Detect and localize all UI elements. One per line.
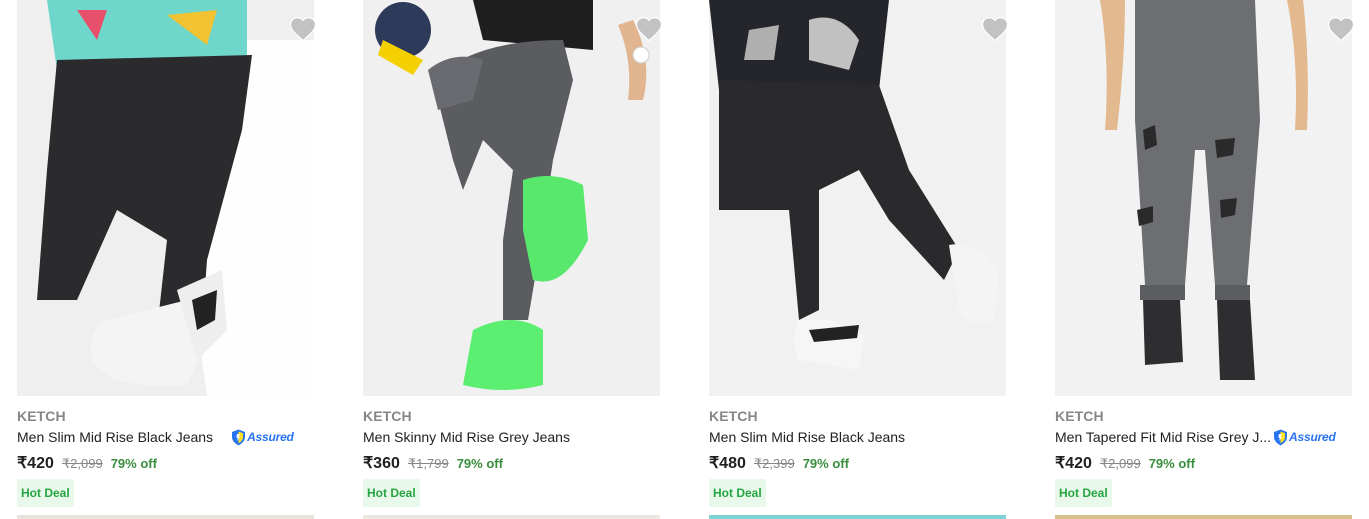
original-price: ₹1,799 — [407, 456, 449, 471]
product-grid: KETCH Men Slim Mid Rise Black Jeans Assu… — [0, 0, 1369, 519]
selling-price: ₹420 — [17, 455, 54, 472]
product-card[interactable]: KETCH Men Slim Mid Rise Black Jeans ₹480… — [709, 0, 1009, 519]
product-title-row: Men Slim Mid Rise Black Jeans — [709, 428, 1006, 446]
selling-price: ₹360 — [363, 455, 400, 472]
selling-price: ₹480 — [709, 455, 746, 472]
price-row: ₹420 ₹2,099 79% off — [17, 453, 157, 473]
wishlist-heart-icon[interactable] — [634, 14, 664, 44]
assured-shield-icon — [1274, 429, 1288, 445]
product-title-row: Men Skinny Mid Rise Grey Jeans — [363, 428, 660, 446]
next-row-image-peek — [363, 515, 660, 519]
grey-jeans-photo — [1055, 0, 1352, 396]
assured-shield-icon — [232, 429, 246, 445]
product-image[interactable] — [1055, 0, 1352, 396]
original-price: ₹2,099 — [1099, 456, 1141, 471]
assured-label: Assured — [1289, 430, 1336, 444]
product-image[interactable] — [363, 0, 660, 396]
hot-deal-badge: Hot Deal — [363, 479, 420, 507]
price-row: ₹360 ₹1,799 79% off — [363, 453, 503, 473]
original-price: ₹2,099 — [61, 456, 103, 471]
hot-deal-badge: Hot Deal — [17, 479, 74, 507]
assured-badge: Assured — [231, 428, 294, 446]
assured-label: Assured — [247, 430, 294, 444]
wishlist-heart-icon[interactable] — [1326, 14, 1356, 44]
product-title[interactable]: Men Slim Mid Rise Black Jeans — [17, 429, 213, 445]
product-card[interactable]: KETCH Men Tapered Fit Mid Rise Grey J...… — [1055, 0, 1355, 519]
discount-percent: 79% off — [456, 456, 503, 471]
next-row-image-peek — [17, 515, 314, 519]
product-brand: KETCH — [709, 408, 758, 424]
product-card[interactable]: KETCH Men Slim Mid Rise Black Jeans Assu… — [17, 0, 317, 519]
product-title[interactable]: Men Tapered Fit Mid Rise Grey J... — [1055, 429, 1271, 445]
product-brand: KETCH — [17, 408, 66, 424]
discount-percent: 79% off — [110, 456, 157, 471]
black-jeans-photo — [709, 0, 1006, 396]
product-card[interactable]: KETCH Men Skinny Mid Rise Grey Jeans ₹36… — [363, 0, 663, 519]
wishlist-heart-icon[interactable] — [980, 14, 1010, 44]
product-title-row: Men Tapered Fit Mid Rise Grey J... Assur… — [1055, 428, 1352, 446]
discount-percent: 79% off — [1148, 456, 1195, 471]
discount-percent: 79% off — [802, 456, 849, 471]
product-title-row: Men Slim Mid Rise Black Jeans Assured — [17, 428, 314, 446]
assured-badge: Assured — [1273, 428, 1336, 446]
hot-deal-badge: Hot Deal — [709, 479, 766, 507]
original-price: ₹2,399 — [753, 456, 795, 471]
hot-deal-badge: Hot Deal — [1055, 479, 1112, 507]
next-row-image-peek — [709, 515, 1006, 519]
wishlist-heart-icon[interactable] — [288, 14, 318, 44]
product-title[interactable]: Men Skinny Mid Rise Grey Jeans — [363, 429, 570, 445]
price-row: ₹480 ₹2,399 79% off — [709, 453, 849, 473]
next-row-image-peek — [1055, 515, 1352, 519]
price-row: ₹420 ₹2,099 79% off — [1055, 453, 1195, 473]
product-image[interactable] — [709, 0, 1006, 396]
black-jeans-photo — [17, 0, 314, 396]
product-brand: KETCH — [1055, 408, 1104, 424]
product-brand: KETCH — [363, 408, 412, 424]
product-title[interactable]: Men Slim Mid Rise Black Jeans — [709, 429, 905, 445]
product-image[interactable] — [17, 0, 314, 396]
selling-price: ₹420 — [1055, 455, 1092, 472]
grey-jeans-photo — [363, 0, 660, 396]
